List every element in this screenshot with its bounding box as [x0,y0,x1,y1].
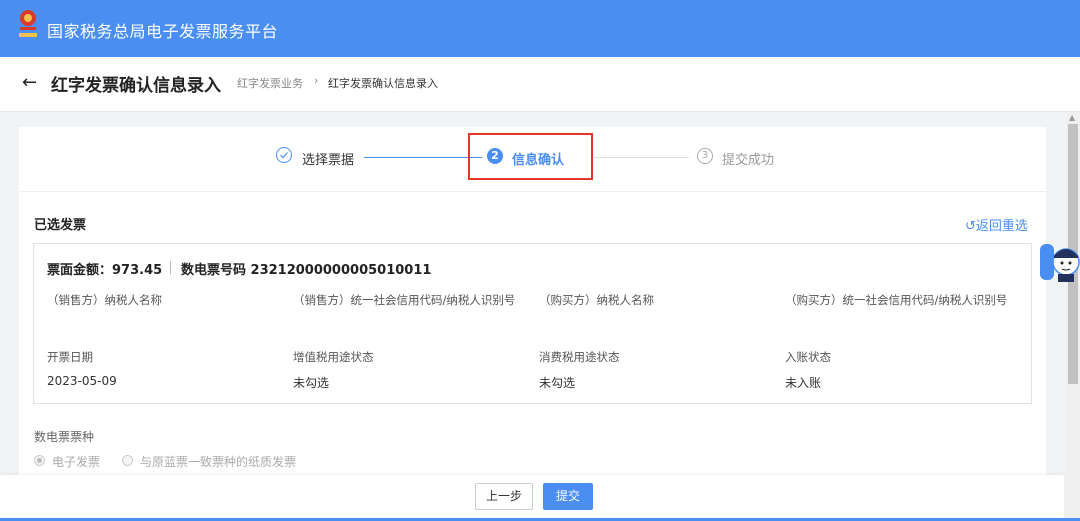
issue-date-label: 开票日期 [47,350,93,364]
buyer-tax-id-label: （购买方）统一社会信用代码/纳税人识别号 [785,293,1008,307]
scroll-up-arrow-icon[interactable]: ▲ [1069,113,1075,122]
back-arrow-icon[interactable]: ← [22,72,37,93]
invoice-amount: 票面金额：973.45 [47,263,163,278]
step-connector-pending [594,157,689,158]
highlight-box [468,133,593,180]
section-title-selected-invoice: 已选发票 [34,218,87,233]
prev-step-button[interactable]: 上一步 [475,483,533,510]
page-title: 红字发票确认信息录入 [51,76,221,96]
divider [170,261,171,274]
vat-usage-status-value: 未勾选 [293,376,330,390]
invoice-number: 数电票号码 23212000000005010011 [181,263,432,278]
divider [19,191,1046,192]
step-submit-success: 提交成功 [722,153,775,168]
seller-tax-id-label: （销售方）统一社会信用代码/纳税人识别号 [293,293,516,307]
reselect-link[interactable]: ↺返回重选 [965,215,1028,234]
consumption-tax-usage-status-value: 未勾选 [539,376,576,390]
consumption-tax-usage-status-label: 消费税用途状态 [539,350,620,364]
submit-button[interactable]: 提交 [543,483,593,510]
vat-usage-status-label: 增值税用途状态 [293,350,374,364]
radio-paper-invoice[interactable] [122,455,133,466]
breadcrumb-item-red-invoice-business[interactable]: 红字发票业务 [237,75,303,91]
breadcrumb-item-current: 红字发票确认信息录入 [328,77,438,90]
accounting-status-value: 未入账 [785,376,822,390]
check-circle-icon [276,147,292,163]
step-connector-done [364,157,482,158]
assistant-mascot-icon[interactable] [1038,236,1080,286]
buyer-name-label: （购买方）纳税人名称 [539,293,654,307]
radio-electronic-invoice[interactable] [34,455,45,466]
step-select-invoice: 选择票据 [302,153,355,168]
tax-emblem-logo [19,10,37,37]
radio-electronic-invoice-label[interactable]: 电子发票 [52,453,100,470]
accounting-status-label: 入账状态 [785,350,831,364]
step-number-3: 3 [697,148,713,164]
radio-paper-invoice-label[interactable]: 与原蓝票一致票种的纸质发票 [140,453,296,470]
app-title: 国家税务总局电子发票服务平台 [47,22,279,41]
invoice-type-label: 数电票票种 [34,430,95,444]
seller-name-label: （销售方）纳税人名称 [47,293,162,307]
issue-date-value: 2023-05-09 [47,374,117,388]
breadcrumb-separator: › [314,74,319,87]
